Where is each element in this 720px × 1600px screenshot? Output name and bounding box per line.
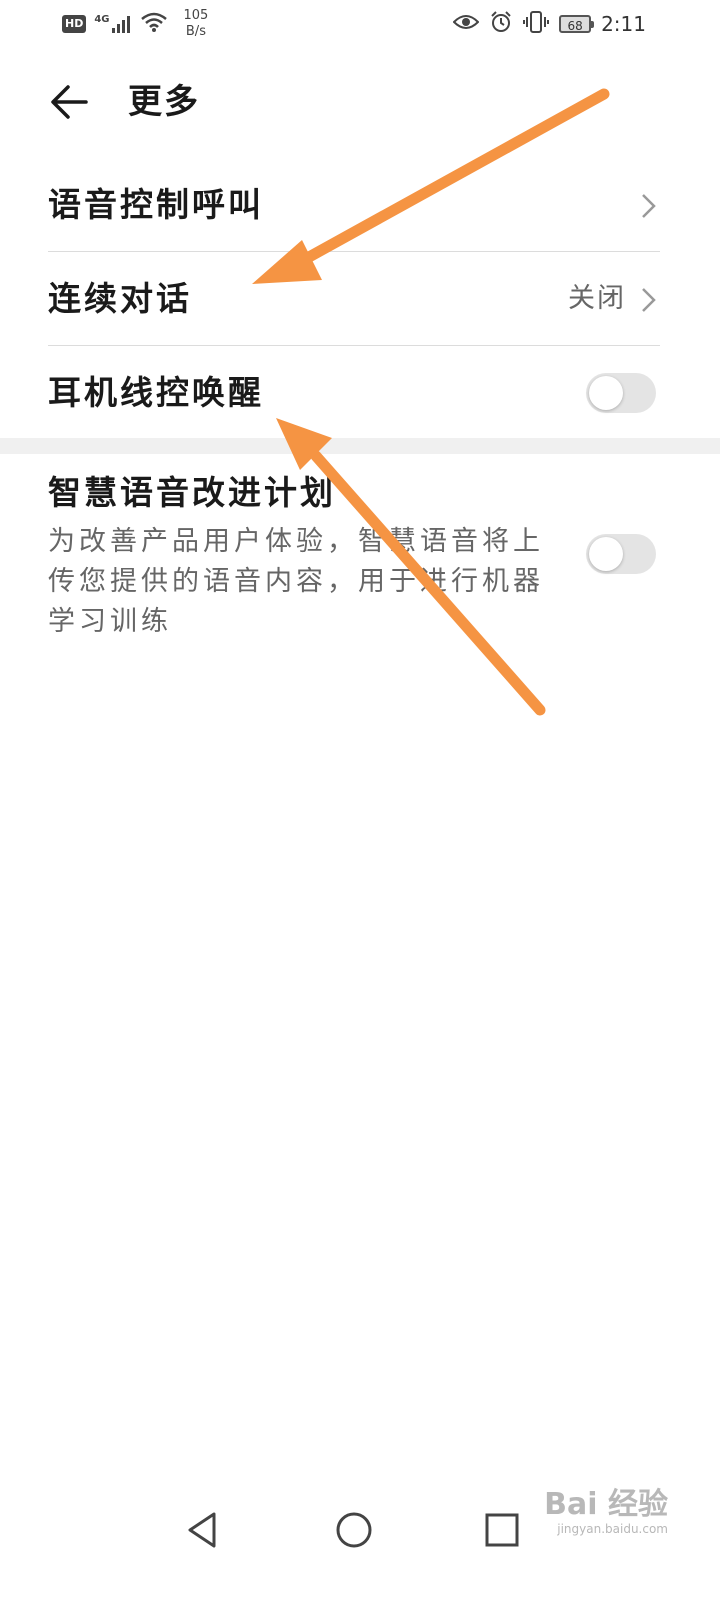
alarm-icon [489, 10, 513, 38]
chevron-right-icon [642, 288, 656, 312]
improvement-toggle[interactable] [586, 534, 656, 574]
nav-home-button[interactable] [332, 1508, 376, 1552]
watermark-url: jingyan.baidu.com [557, 1522, 668, 1536]
hd-icon: HD [62, 15, 87, 33]
vibrate-icon [523, 10, 550, 38]
toggle-knob [589, 376, 623, 410]
clock: 2:11 [601, 12, 646, 36]
improvement-plan-row: 智慧语音改进计划 为改善产品用户体验，智慧语音将上传您提供的语音内容，用于进行机… [48, 470, 660, 640]
signal-icon: 4G [94, 14, 131, 34]
back-arrow-icon [51, 85, 88, 119]
chevron-right-icon [642, 194, 656, 218]
home-circle-icon [336, 1512, 372, 1548]
row-label: 耳机线控唤醒 [48, 373, 264, 412]
nav-recents-button[interactable] [480, 1508, 524, 1552]
network-type: 4G [94, 14, 110, 25]
recents-square-icon [485, 1513, 519, 1547]
status-right: 68 2:11 [452, 10, 646, 38]
app-header: 更多 [0, 72, 720, 136]
settings-row-voice-call[interactable]: 语音控制呼叫 [48, 158, 660, 252]
headset-wake-toggle[interactable] [586, 373, 656, 413]
net-speed: 105 B/s [183, 8, 209, 39]
settings-row-headset-wake: 耳机线控唤醒 [48, 346, 660, 440]
row-label: 语音控制呼叫 [48, 185, 264, 224]
section-divider [0, 438, 720, 454]
status-left: HD 4G 105 B/s [62, 8, 208, 40]
baidu-watermark: Bai 经验 jingyan.baidu.com [544, 1487, 668, 1537]
battery-icon: 68 [559, 15, 595, 33]
watermark-logo: Bai 经验 [544, 1487, 668, 1522]
page-title: 更多 [128, 82, 200, 122]
eye-icon [452, 13, 480, 35]
screen: HD 4G 105 B/s 68 2:11 更多 语音控制呼叫 连续对话 关闭 … [0, 0, 720, 1600]
nav-back-button[interactable] [180, 1508, 224, 1552]
improvement-description: 为改善产品用户体验，智慧语音将上传您提供的语音内容，用于进行机器学习训练 [48, 526, 544, 637]
status-bar: HD 4G 105 B/s 68 2:11 [0, 0, 720, 48]
improvement-title: 智慧语音改进计划 [48, 473, 336, 512]
row-value: 关闭 [568, 283, 626, 314]
row-label: 连续对话 [48, 279, 192, 318]
toggle-knob [589, 537, 623, 571]
back-button[interactable] [48, 80, 92, 124]
wifi-icon [140, 11, 168, 37]
settings-row-continuous-dialog[interactable]: 连续对话 关闭 [48, 252, 660, 346]
back-triangle-icon [188, 1512, 216, 1548]
